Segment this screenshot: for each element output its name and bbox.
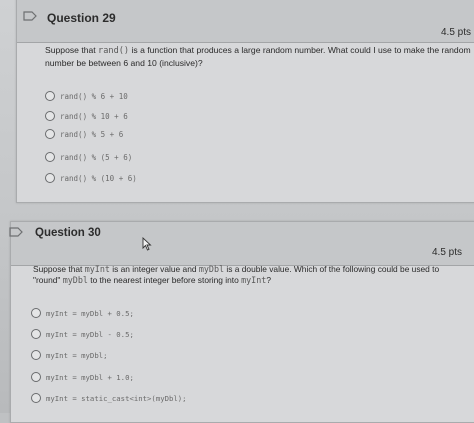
question-30-text-part: to the nearest integer before storing in… — [87, 275, 242, 286]
code-myint: myInt — [84, 264, 110, 274]
answer-option-label: rand() % 6 + 10 — [60, 91, 128, 101]
flag-question-icon[interactable] — [23, 11, 37, 21]
radio-button[interactable] — [31, 372, 41, 382]
answer-option-label: rand() % 5 + 6 — [60, 129, 124, 139]
answer-option[interactable]: rand() % (10 + 6) — [45, 173, 137, 183]
radio-button[interactable] — [31, 350, 41, 360]
answer-option-label: myInt = myDbl + 1.0; — [46, 372, 134, 382]
radio-button[interactable] — [45, 152, 55, 162]
answer-option[interactable]: myInt = myDbl; — [31, 350, 108, 360]
question-29-card: Question 29 4.5 pts Suppose that rand() … — [16, 0, 474, 203]
answer-option[interactable]: myInt = myDbl - 0.5; — [31, 329, 134, 339]
answer-option-label: myInt = static_cast<int>(myDbl); — [46, 393, 187, 403]
question-29-text-part: Suppose that — [45, 45, 99, 55]
answer-option-label: myInt = myDbl + 0.5; — [46, 308, 134, 318]
answer-option-label: myInt = myDbl - 0.5; — [46, 329, 134, 339]
question-30-points: 4.5 pts — [432, 247, 463, 258]
question-30-text-part: ? — [266, 275, 271, 286]
answer-option-label: rand() % 10 + 6 — [60, 111, 128, 121]
answer-option[interactable]: myInt = static_cast<int>(myDbl); — [31, 393, 187, 403]
answer-option-label: rand() % (5 + 6) — [60, 152, 133, 162]
flag-question-icon[interactable] — [9, 227, 23, 237]
code-rand: rand() — [98, 46, 130, 56]
answer-option[interactable]: myInt = myDbl + 1.0; — [31, 372, 134, 382]
mouse-cursor-icon — [142, 236, 152, 256]
radio-button[interactable] — [31, 393, 41, 403]
radio-button[interactable] — [45, 111, 55, 121]
radio-button[interactable] — [45, 91, 55, 101]
answer-option[interactable]: rand() % 10 + 6 — [45, 111, 128, 121]
radio-button[interactable] — [31, 329, 41, 339]
question-30-text-part: is an integer value and — [109, 264, 199, 274]
code-mydbl: myDbl — [198, 264, 225, 274]
radio-button[interactable] — [45, 129, 55, 139]
code-myint: myInt — [241, 275, 267, 286]
answer-option[interactable]: myInt = myDbl + 0.5; — [31, 308, 134, 318]
question-29-points: 4.5 pts — [441, 27, 472, 38]
question-30-title: Question 30 — [35, 227, 101, 239]
answer-option[interactable]: rand() % 5 + 6 — [45, 129, 123, 139]
question-29-text: Suppose that rand() is a function that p… — [45, 45, 473, 69]
answer-option[interactable]: rand() % 6 + 10 — [45, 91, 128, 101]
quiz-page: Question 29 4.5 pts Suppose that rand() … — [0, 0, 474, 423]
answer-option-label: rand() % (10 + 6) — [60, 173, 137, 183]
code-mydbl: myDbl — [62, 275, 88, 286]
question-30-card: Question 30 4.5 pts Suppose that myInt i… — [9, 221, 474, 423]
answer-option-label: myInt = myDbl; — [46, 350, 108, 360]
question-29-title: Question 29 — [47, 11, 116, 25]
question-30-text: Suppose that myInt is an integer value a… — [33, 264, 463, 287]
question-30-text-part: Suppose that — [33, 264, 85, 274]
radio-button[interactable] — [31, 308, 41, 318]
radio-button[interactable] — [45, 173, 55, 183]
answer-option[interactable]: rand() % (5 + 6) — [45, 152, 132, 162]
